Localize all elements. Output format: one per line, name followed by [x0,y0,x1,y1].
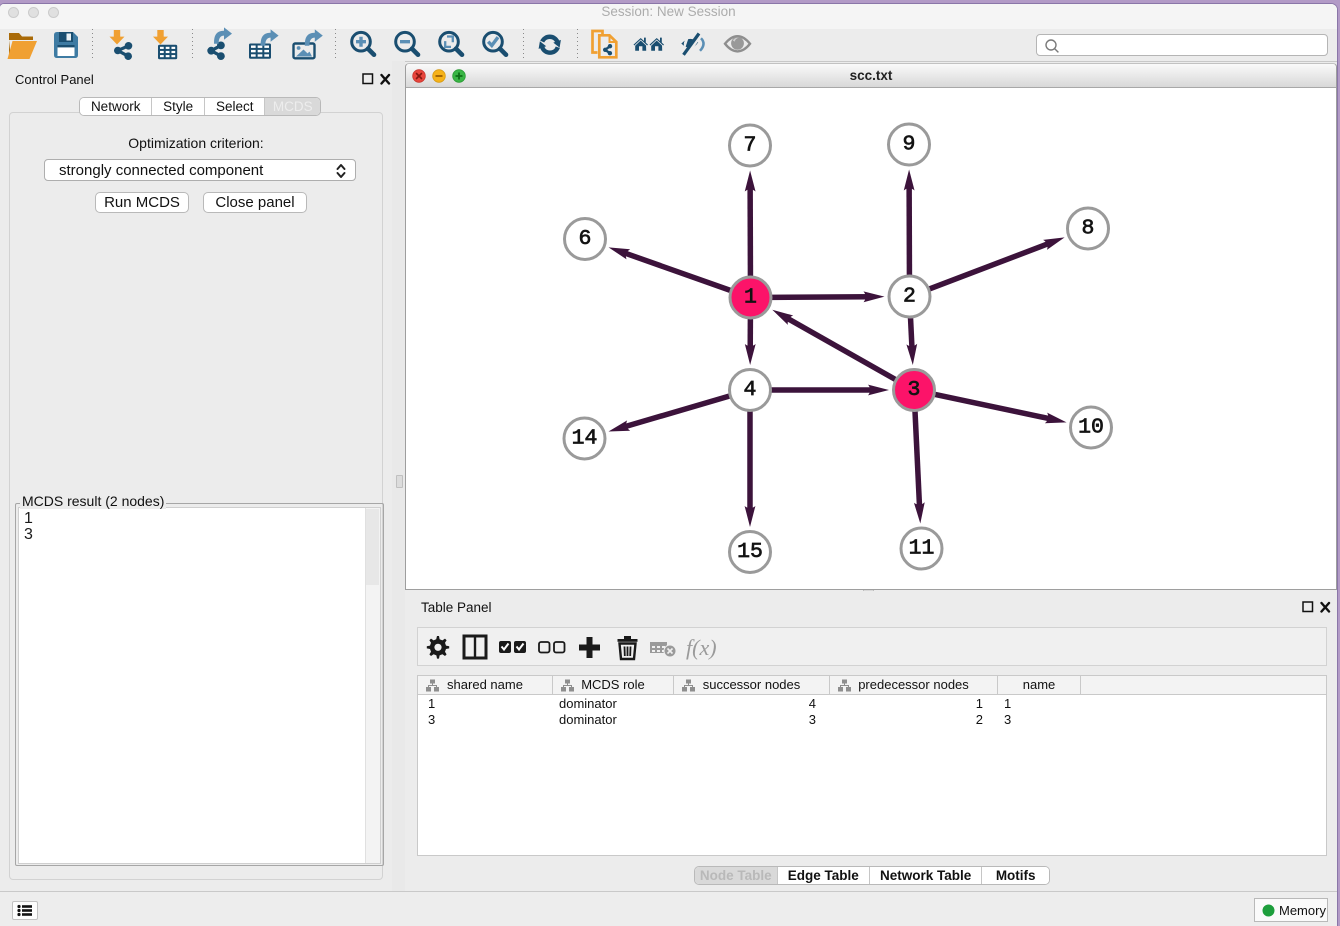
svg-text:8: 8 [1082,217,1095,241]
svg-text:7: 7 [744,134,757,158]
svg-text:1: 1 [744,286,757,310]
svg-text:11: 11 [909,537,935,561]
svg-text:2: 2 [903,285,916,309]
svg-text:f(x): f(x) [686,635,717,660]
svg-text:9: 9 [903,133,916,157]
svg-text:6: 6 [579,227,592,251]
svg-text:3: 3 [908,378,921,402]
svg-text:10: 10 [1078,416,1104,440]
svg-text:14: 14 [572,427,598,451]
svg-text:15: 15 [737,540,763,564]
svg-text:4: 4 [744,378,757,402]
